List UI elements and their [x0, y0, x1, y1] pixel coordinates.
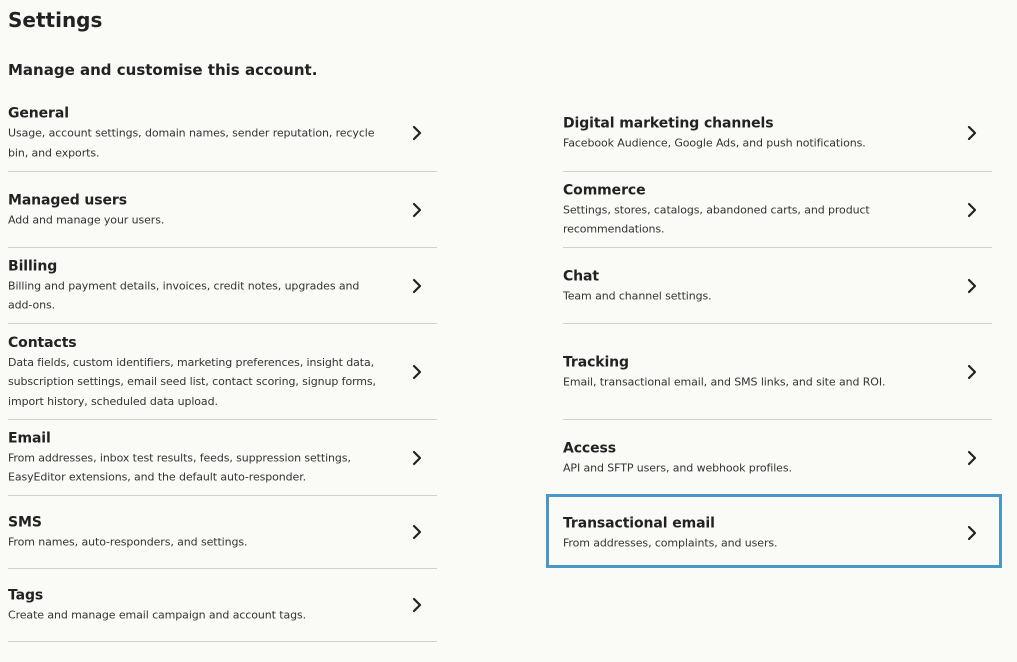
- settings-item-managed-users[interactable]: Managed users Add and manage your users.: [8, 172, 437, 248]
- page-title: Settings: [8, 8, 103, 32]
- settings-item-description: Email, transactional email, and SMS link…: [563, 374, 886, 388]
- settings-item-title: Digital marketing channels: [563, 115, 774, 132]
- settings-item-access[interactable]: Access API and SFTP users, and webhook p…: [563, 420, 992, 496]
- chevron-right-icon: [966, 202, 978, 218]
- settings-item-title: Tags: [8, 587, 44, 604]
- settings-item-title: Email: [8, 430, 51, 446]
- settings-item-description: Billing and payment details, invoices, c…: [8, 279, 360, 312]
- chevron-right-icon: [411, 524, 423, 540]
- settings-item-title: Transactional email: [563, 514, 715, 531]
- chevron-right-icon: [966, 278, 978, 294]
- settings-item-description: Facebook Audience, Google Ads, and push …: [563, 136, 866, 150]
- page-subtitle: Manage and customise this account.: [8, 61, 318, 79]
- chevron-right-icon: [411, 450, 423, 466]
- chevron-right-icon: [966, 525, 978, 541]
- settings-item-transactional-email[interactable]: Transactional email From addresses, comp…: [563, 496, 992, 569]
- chevron-right-icon: [966, 364, 978, 380]
- settings-item-description: Data fields, custom identifiers, marketi…: [8, 355, 376, 408]
- settings-item-chat[interactable]: Chat Team and channel settings.: [563, 248, 992, 324]
- settings-item-billing[interactable]: Billing Billing and payment details, inv…: [8, 248, 437, 324]
- settings-item-tags[interactable]: Tags Create and manage email campaign an…: [8, 569, 437, 642]
- chevron-right-icon: [411, 278, 423, 294]
- settings-item-title: Managed users: [8, 191, 127, 208]
- settings-item-description: Create and manage email campaign and acc…: [8, 608, 306, 622]
- settings-item-title: Commerce: [563, 182, 646, 198]
- settings-item-contacts[interactable]: Contacts Data fields, custom identifiers…: [8, 324, 437, 420]
- settings-item-description: From addresses, complaints, and users.: [563, 535, 778, 549]
- settings-item-digital-marketing-channels[interactable]: Digital marketing channels Facebook Audi…: [563, 95, 992, 172]
- settings-item-description: Team and channel settings.: [563, 288, 712, 302]
- settings-item-tracking[interactable]: Tracking Email, transactional email, and…: [563, 324, 992, 420]
- settings-item-commerce[interactable]: Commerce Settings, stores, catalogs, aba…: [563, 172, 992, 248]
- chevron-right-icon: [411, 125, 423, 141]
- settings-item-title: SMS: [8, 514, 42, 531]
- settings-item-description: Settings, stores, catalogs, abandoned ca…: [563, 203, 870, 236]
- settings-item-description: From addresses, inbox test results, feed…: [8, 451, 351, 484]
- settings-item-title: Contacts: [8, 334, 77, 351]
- settings-item-email[interactable]: Email From addresses, inbox test results…: [8, 420, 437, 496]
- settings-item-description: From names, auto-responders, and setting…: [8, 535, 248, 549]
- chevron-right-icon: [966, 125, 978, 141]
- chevron-right-icon: [411, 597, 423, 613]
- settings-item-general[interactable]: General Usage, account settings, domain …: [8, 95, 437, 172]
- settings-item-description: API and SFTP users, and webhook profiles…: [563, 461, 792, 475]
- settings-item-title: Access: [563, 440, 616, 457]
- settings-item-description: Usage, account settings, domain names, s…: [8, 126, 375, 160]
- settings-item-description: Add and manage your users.: [8, 212, 165, 226]
- settings-item-title: Billing: [8, 258, 58, 274]
- chevron-right-icon: [411, 364, 423, 380]
- chevron-right-icon: [411, 202, 423, 218]
- settings-item-title: Tracking: [563, 353, 629, 370]
- settings-item-title: General: [8, 105, 69, 122]
- settings-item-title: Chat: [563, 267, 599, 284]
- settings-item-sms[interactable]: SMS From names, auto-responders, and set…: [8, 496, 437, 569]
- settings-page: Settings Manage and customise this accou…: [0, 0, 1017, 662]
- chevron-right-icon: [966, 450, 978, 466]
